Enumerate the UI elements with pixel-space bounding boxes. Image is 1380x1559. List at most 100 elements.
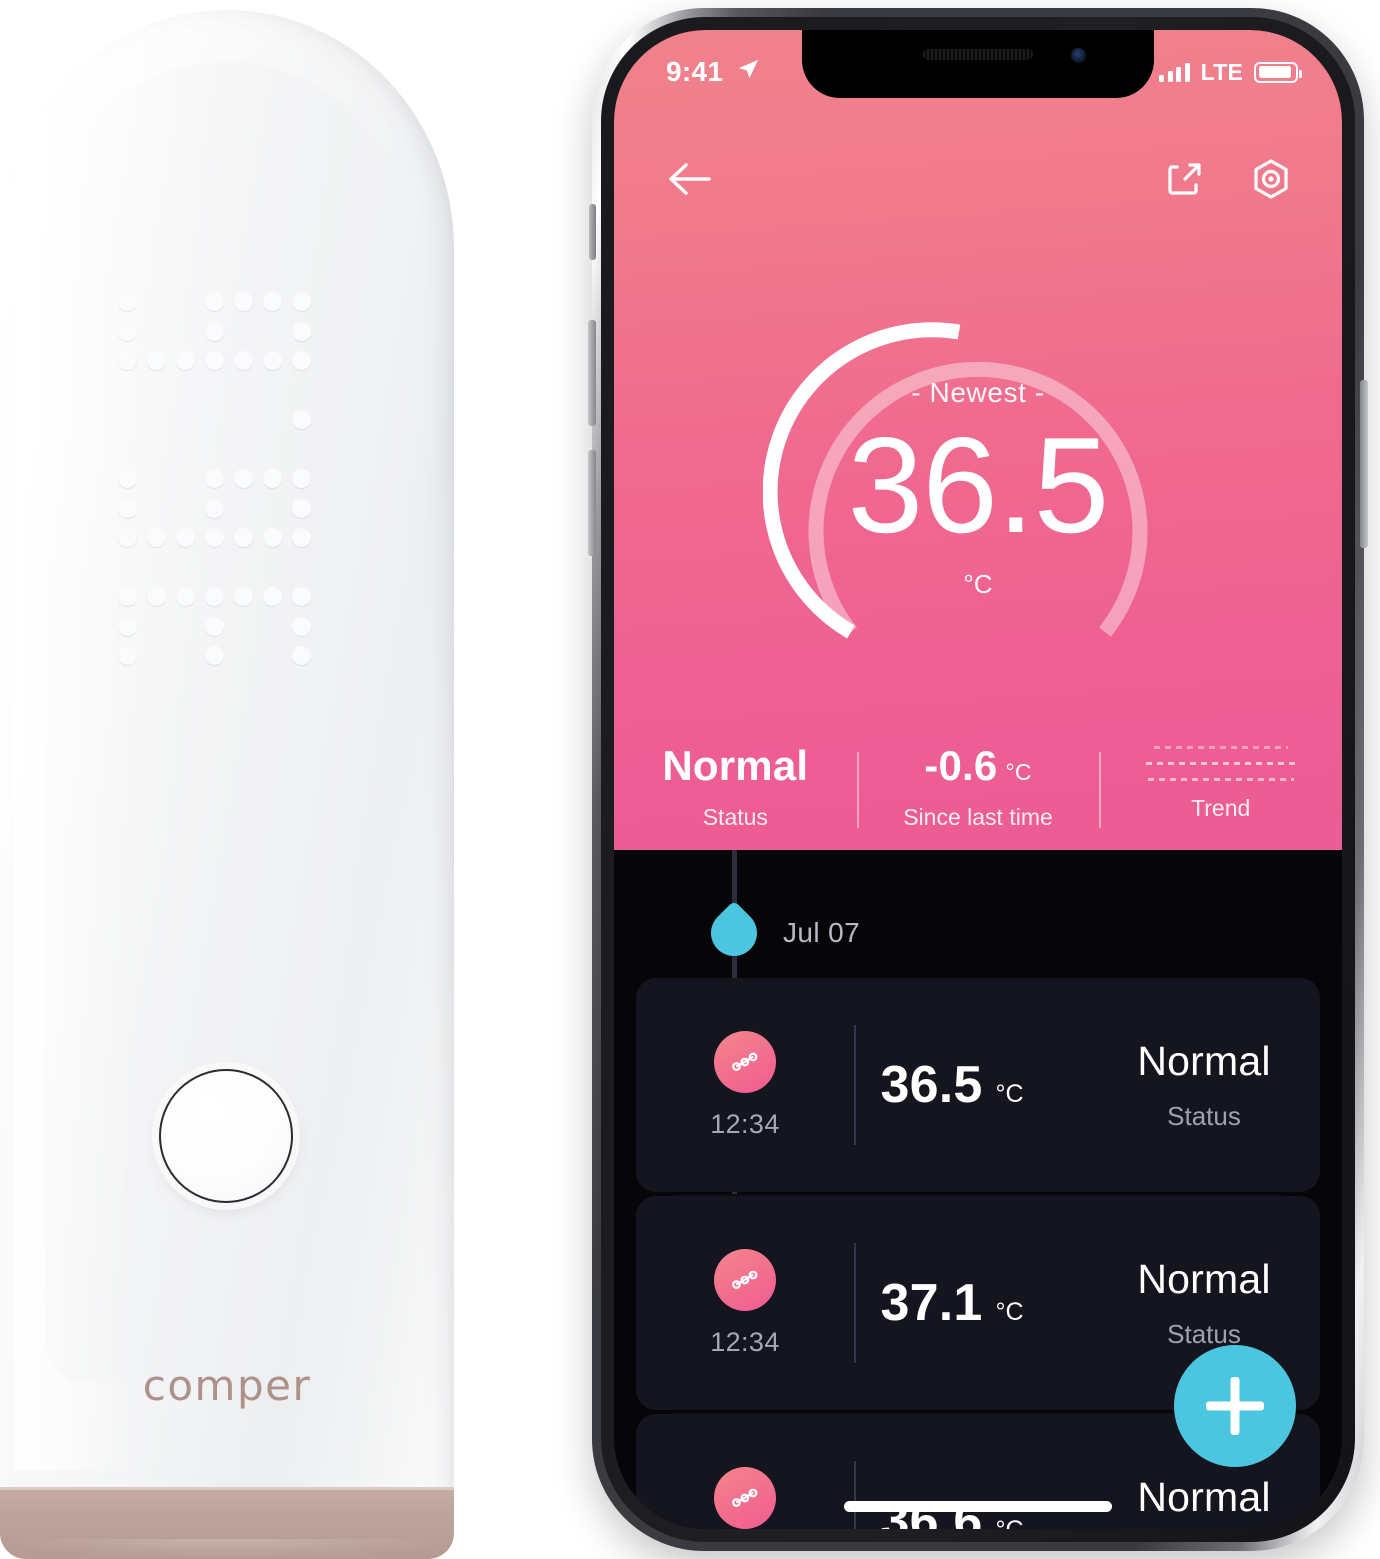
display-dot (263, 528, 282, 547)
device-brand-logo: comper (142, 1361, 312, 1410)
add-measurement-fab[interactable] (1174, 1345, 1296, 1467)
row-status-label: Status (1167, 1101, 1241, 1131)
device-body (0, 10, 454, 1559)
display-dot (205, 292, 224, 311)
row-time: 12:34 (710, 1326, 780, 1357)
stat-status: Normal Status (614, 742, 857, 852)
display-dot (118, 498, 137, 518)
row-temperature: 36.5 °C (856, 1055, 1088, 1115)
display-dot (263, 587, 282, 606)
stat-delta-number: -0.6 (924, 742, 998, 789)
network-label: LTE (1200, 58, 1243, 85)
display-dot (118, 469, 137, 488)
row-status: Normal Status (1088, 1256, 1320, 1350)
display-dot (147, 351, 166, 370)
display-dot (234, 528, 253, 547)
row-left: 12:34 (636, 1466, 854, 1530)
mute-switch[interactable] (589, 204, 596, 260)
timeline-date-label: Jul 07 (783, 917, 861, 948)
gauge-readout: - Newest - 36.5 °C (763, 288, 1193, 688)
thermometer-device: comper (0, 0, 454, 1559)
display-dot (118, 646, 137, 665)
home-indicator[interactable] (844, 1501, 1112, 1512)
stat-status-label: Status (702, 804, 768, 830)
app-bar-actions (1158, 152, 1298, 206)
row-temp-value: 37.1 (880, 1274, 983, 1332)
display-dot (205, 528, 224, 547)
stat-trend-label: Trend (1191, 795, 1251, 821)
display-dot (176, 528, 195, 547)
row-left: 12:34 (636, 1030, 854, 1140)
display-dot (147, 528, 166, 547)
display-dot (118, 616, 137, 636)
row-status: Normal Status (1088, 1474, 1320, 1529)
display-dot (205, 616, 224, 636)
display-dot (263, 469, 282, 488)
display-dot (234, 292, 253, 311)
device-dot-matrix-display (118, 292, 328, 682)
screenshot-stage: comper 9:41 LTE - Newest - 36.5 °C Norma… (0, 0, 1380, 1559)
row-temp-unit: °C (995, 1516, 1023, 1529)
row-temp-unit: °C (995, 1298, 1024, 1326)
device-base-cap (0, 1487, 454, 1559)
row-status-value: Normal (1137, 1474, 1271, 1520)
app-bar (614, 152, 1342, 206)
gauge-caption: - Newest - (911, 376, 1045, 408)
display-dot (205, 587, 224, 606)
smartphone: 9:41 LTE - Newest - 36.5 °C Normal Statu… (588, 8, 1368, 1551)
row-status-value: Normal (1137, 1038, 1271, 1084)
measurement-chart-icon (714, 1466, 776, 1529)
display-dot (205, 498, 224, 518)
display-dot (118, 587, 137, 606)
display-dot (292, 528, 311, 547)
measurement-chart-icon (714, 1248, 776, 1311)
display-dot (205, 646, 224, 665)
summary-stats: Normal Status -0.6 °C Since last time Tr… (614, 742, 1342, 852)
gauge-unit: °C (963, 568, 993, 599)
gauge-value: 36.5 (847, 408, 1110, 561)
row-temp-unit: °C (995, 1080, 1024, 1108)
display-dot (205, 351, 224, 370)
display-dot (118, 351, 137, 370)
display-dot (292, 498, 311, 518)
table-row[interactable]: 12:34 36.5 °C Normal Status (636, 978, 1320, 1192)
display-dot (292, 616, 311, 636)
row-temperature: 37.1 °C (856, 1273, 1088, 1333)
share-button[interactable] (1158, 152, 1212, 206)
display-dot (292, 410, 311, 429)
display-dot (234, 587, 253, 606)
display-dot (147, 587, 166, 606)
battery-icon (1254, 61, 1302, 83)
stat-delta-unit: °C (1005, 759, 1032, 785)
display-dot (176, 587, 195, 606)
cellular-bars-icon (1159, 62, 1190, 82)
display-dot (292, 646, 311, 665)
volume-down-button[interactable] (588, 450, 596, 556)
device-power-button[interactable] (159, 1069, 293, 1203)
display-dot (234, 469, 253, 488)
display-dot (118, 528, 137, 547)
temperature-gauge: - Newest - 36.5 °C (762, 288, 1193, 688)
row-temp-value: 36.5 (880, 1056, 983, 1114)
row-time: 12:34 (710, 1108, 780, 1139)
display-dot (292, 351, 311, 370)
phone-power-button[interactable] (1360, 380, 1368, 548)
volume-up-button[interactable] (588, 320, 596, 426)
device-settings-button[interactable] (1244, 152, 1298, 206)
stat-delta-label: Since last time (903, 804, 1053, 830)
row-status-value: Normal (1137, 1256, 1271, 1302)
back-button[interactable] (662, 152, 716, 206)
display-dot (292, 321, 311, 341)
display-dot (118, 292, 137, 311)
phone-screen: 9:41 LTE - Newest - 36.5 °C Normal Statu… (614, 30, 1342, 1529)
display-dot (292, 469, 311, 488)
plus-icon (1206, 1377, 1264, 1435)
location-arrow-icon (737, 58, 760, 86)
display-dot (292, 587, 311, 606)
display-dot (118, 321, 137, 341)
location-pin-icon (701, 900, 767, 966)
display-dot (263, 292, 282, 311)
display-dot (176, 351, 195, 370)
display-dot (263, 351, 282, 370)
device-highlight (14, 70, 134, 1470)
